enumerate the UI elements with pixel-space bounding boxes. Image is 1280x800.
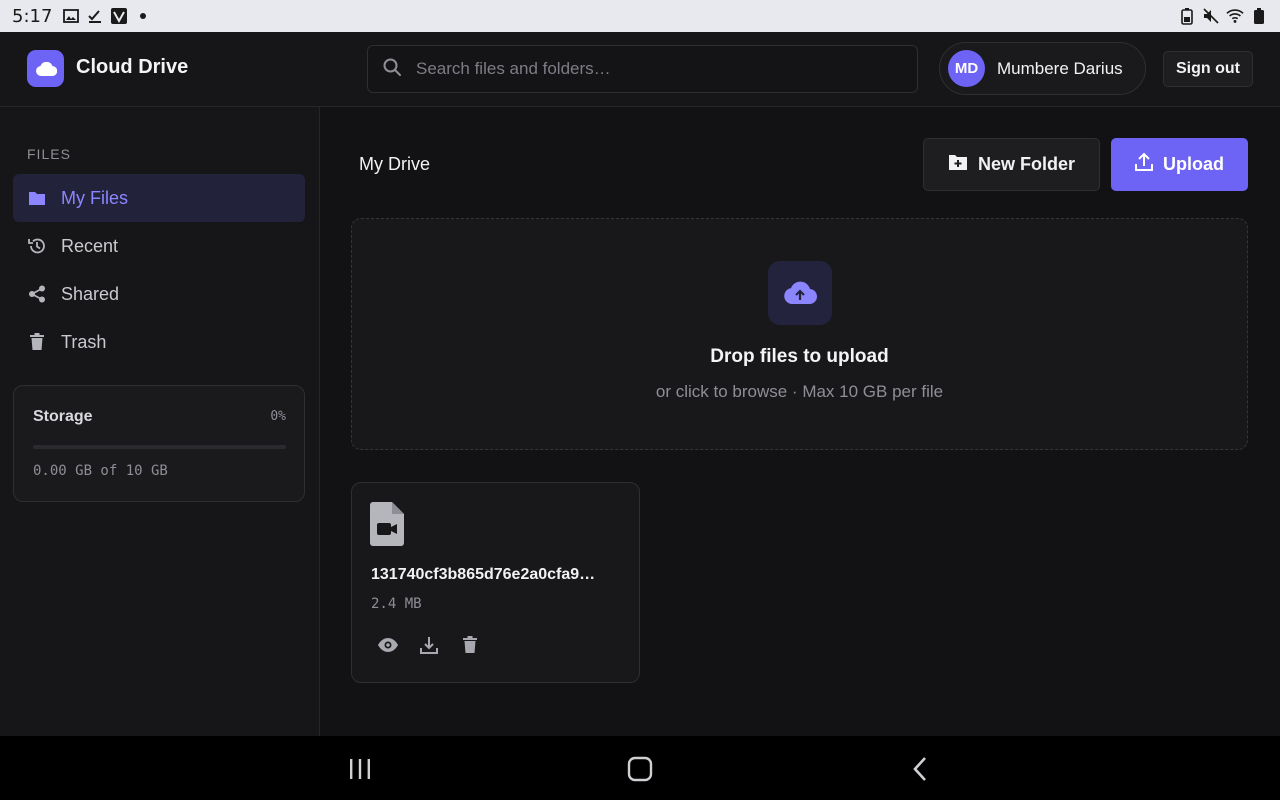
preview-eye-icon[interactable] (376, 633, 400, 657)
sidebar-item-shared[interactable]: Shared (13, 270, 305, 318)
gallery-notification-icon (62, 7, 80, 25)
storage-used-label: 0.00 GB of 10 GB (33, 463, 168, 479)
app-header: Cloud Drive MD Mumbere Darius Sign out (0, 32, 1280, 107)
file-name: 131740cf3b865d76e2a0cfa9… (371, 566, 596, 583)
new-folder-button[interactable]: New Folder (923, 138, 1100, 191)
folder-plus-icon (948, 153, 968, 176)
dropzone-subtitle: or click to browse · Max 10 GB per file (655, 382, 944, 401)
sign-out-button[interactable]: Sign out (1163, 51, 1253, 87)
folder-icon (27, 188, 47, 208)
breadcrumb: My Drive (359, 154, 430, 174)
new-folder-label: New Folder (977, 154, 1075, 174)
system-navigation-bar (0, 736, 1280, 800)
upload-label: Upload (1163, 154, 1224, 174)
upload-button[interactable]: Upload (1111, 138, 1248, 191)
vpn-app-notification-icon (110, 7, 128, 25)
cloud-logo-icon (27, 50, 64, 87)
history-icon (27, 236, 47, 256)
file-card[interactable]: 131740cf3b865d76e2a0cfa9… 2.4 MB (351, 482, 640, 683)
trash-icon (27, 332, 47, 352)
main-content: My Drive New Folder Upload Drop files to… (320, 107, 1280, 736)
cloud-upload-icon (768, 261, 832, 325)
video-file-icon (370, 502, 404, 546)
storage-percent: 0% (270, 409, 286, 424)
sidebar-item-label: Trash (61, 331, 107, 352)
file-size: 2.4 MB (371, 596, 422, 612)
battery-icon (1250, 7, 1268, 25)
storage-title: Storage (33, 408, 93, 425)
battery-saver-icon (1178, 7, 1196, 25)
delete-trash-icon[interactable] (458, 633, 482, 657)
sidebar: FILES My Files Recent Shared Trash Stora… (0, 107, 320, 736)
avatar: MD (948, 50, 985, 87)
storage-progress-bar (33, 445, 286, 449)
file-actions (376, 633, 482, 657)
mute-icon (1202, 7, 1220, 25)
sidebar-section-heading: FILES (27, 146, 71, 162)
share-icon (27, 284, 47, 304)
dropzone-title: Drop files to upload (710, 346, 889, 367)
home-icon[interactable] (625, 754, 655, 784)
sidebar-item-my-files[interactable]: My Files (13, 174, 305, 222)
status-time: 5:17 (12, 5, 53, 27)
download-icon[interactable] (417, 633, 441, 657)
user-name: Mumbere Darius (997, 58, 1123, 78)
search-icon (382, 57, 402, 82)
sidebar-item-trash[interactable]: Trash (13, 318, 305, 366)
system-status-bar: 5:17 (0, 0, 1280, 32)
sidebar-item-label: Shared (61, 283, 120, 304)
recent-apps-icon[interactable] (345, 754, 375, 784)
user-profile-pill[interactable]: MD Mumbere Darius (939, 42, 1146, 95)
storage-card: Storage 0% 0.00 GB of 10 GB (13, 385, 305, 502)
sidebar-item-recent[interactable]: Recent (13, 222, 305, 270)
sidebar-item-label: My Files (61, 187, 128, 208)
wifi-icon (1226, 7, 1244, 25)
app-title: Cloud Drive (76, 56, 189, 78)
more-notifications-dot-icon (134, 7, 152, 25)
search-input[interactable] (416, 59, 876, 79)
upload-dropzone[interactable]: Drop files to upload or click to browse … (351, 218, 1248, 450)
upload-icon (1135, 152, 1153, 177)
task-done-notification-icon (86, 7, 104, 25)
back-icon[interactable] (905, 754, 935, 784)
sidebar-item-label: Recent (61, 235, 119, 256)
search-box[interactable] (367, 45, 918, 93)
